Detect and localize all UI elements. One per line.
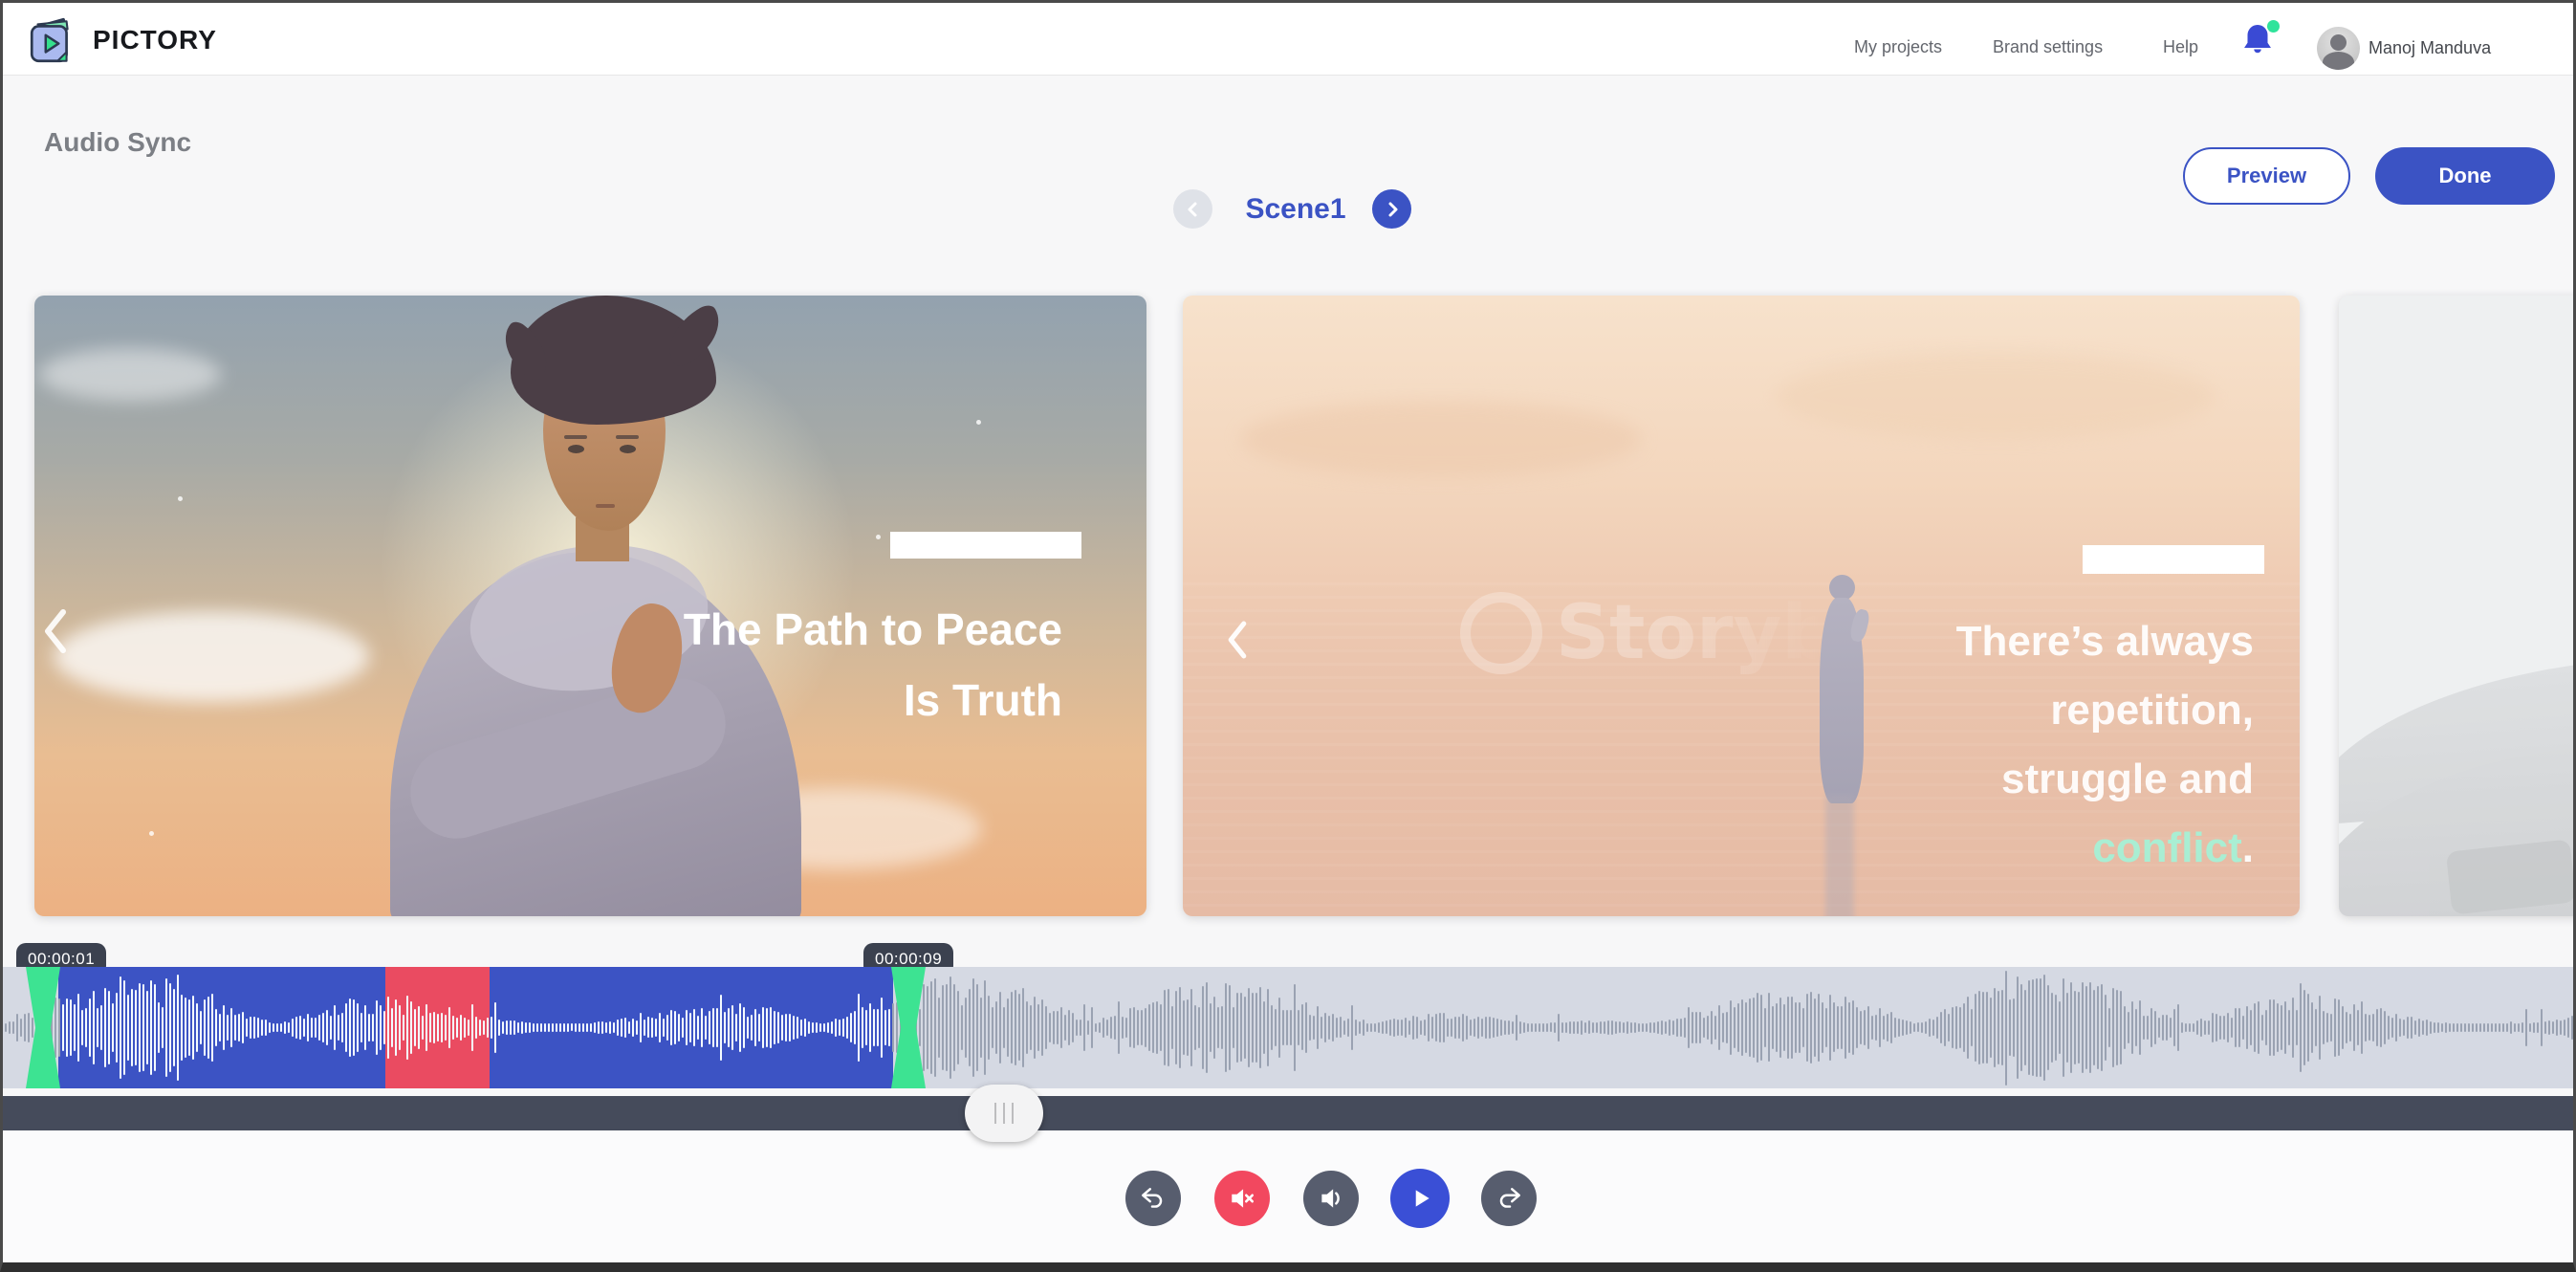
card2-prev-overlay-chevron-icon[interactable]	[1221, 619, 1254, 661]
play-icon	[1406, 1184, 1434, 1213]
caption-highlight-bar	[890, 532, 1081, 559]
nav-brand-settings[interactable]: Brand settings	[1993, 37, 2103, 57]
pictory-app-window: PICTORY My projects Brand settings Help …	[0, 0, 2576, 1272]
undo-icon	[1139, 1184, 1168, 1213]
nav-my-projects[interactable]: My projects	[1854, 37, 1942, 57]
chevron-left-icon	[1185, 201, 1202, 218]
redo-button[interactable]	[1481, 1171, 1537, 1226]
logo-text[interactable]: PICTORY	[93, 25, 217, 55]
redo-icon	[1495, 1184, 1523, 1213]
done-button[interactable]: Done	[2375, 147, 2555, 205]
highlighted-word: conflict	[2092, 824, 2241, 871]
scene-next-button[interactable]	[1372, 189, 1411, 229]
scene-card-2[interactable]: Storyb There’s always repetition, strugg…	[1183, 296, 2300, 916]
play-button[interactable]	[1390, 1169, 1450, 1228]
drag-handle-icon	[994, 1103, 996, 1124]
volume-icon	[1317, 1184, 1345, 1213]
notification-unread-dot	[2267, 20, 2280, 33]
timeline-scrollbar-handle[interactable]	[965, 1085, 1043, 1142]
audio-waveform-track[interactable]	[3, 967, 2576, 1088]
watermark-logo-circle	[1460, 592, 1542, 674]
chevron-right-icon	[1384, 201, 1401, 218]
caption-highlight-bar	[2083, 545, 2264, 574]
volume-button[interactable]	[1303, 1171, 1359, 1226]
user-avatar[interactable]	[2317, 27, 2360, 70]
bottom-controls-zone	[3, 1130, 2576, 1265]
waveform-bars	[3, 967, 2576, 1088]
scene1-caption: The Path to Peace Is Truth	[684, 594, 1062, 735]
preview-button[interactable]: Preview	[2183, 147, 2350, 205]
scene-card-1[interactable]: The Path to Peace Is Truth	[34, 296, 1146, 916]
mute-button[interactable]	[1214, 1171, 1270, 1226]
airplane-image-faded	[2339, 659, 2576, 916]
pictory-logo-icon[interactable]	[26, 15, 77, 67]
user-name[interactable]: Manoj Manduva	[2369, 38, 2491, 58]
scene-card-3[interactable]	[2339, 296, 2576, 916]
nav-help[interactable]: Help	[2163, 37, 2198, 57]
page-title: Audio Sync	[44, 127, 191, 158]
top-bar: PICTORY My projects Brand settings Help …	[3, 3, 2573, 76]
mute-icon	[1228, 1184, 1256, 1213]
stock-watermark: Storyb	[1460, 590, 1835, 676]
scene-label: Scene1	[1229, 193, 1363, 226]
notifications-button[interactable]	[2240, 20, 2282, 62]
undo-button[interactable]	[1125, 1171, 1181, 1226]
scene2-caption: There’s always repetition, struggle and …	[1956, 607, 2254, 883]
timeline-scrollbar-track[interactable]	[3, 1096, 2576, 1130]
card1-prev-overlay-chevron-icon[interactable]	[36, 606, 75, 656]
scene-prev-button[interactable]	[1173, 189, 1212, 229]
